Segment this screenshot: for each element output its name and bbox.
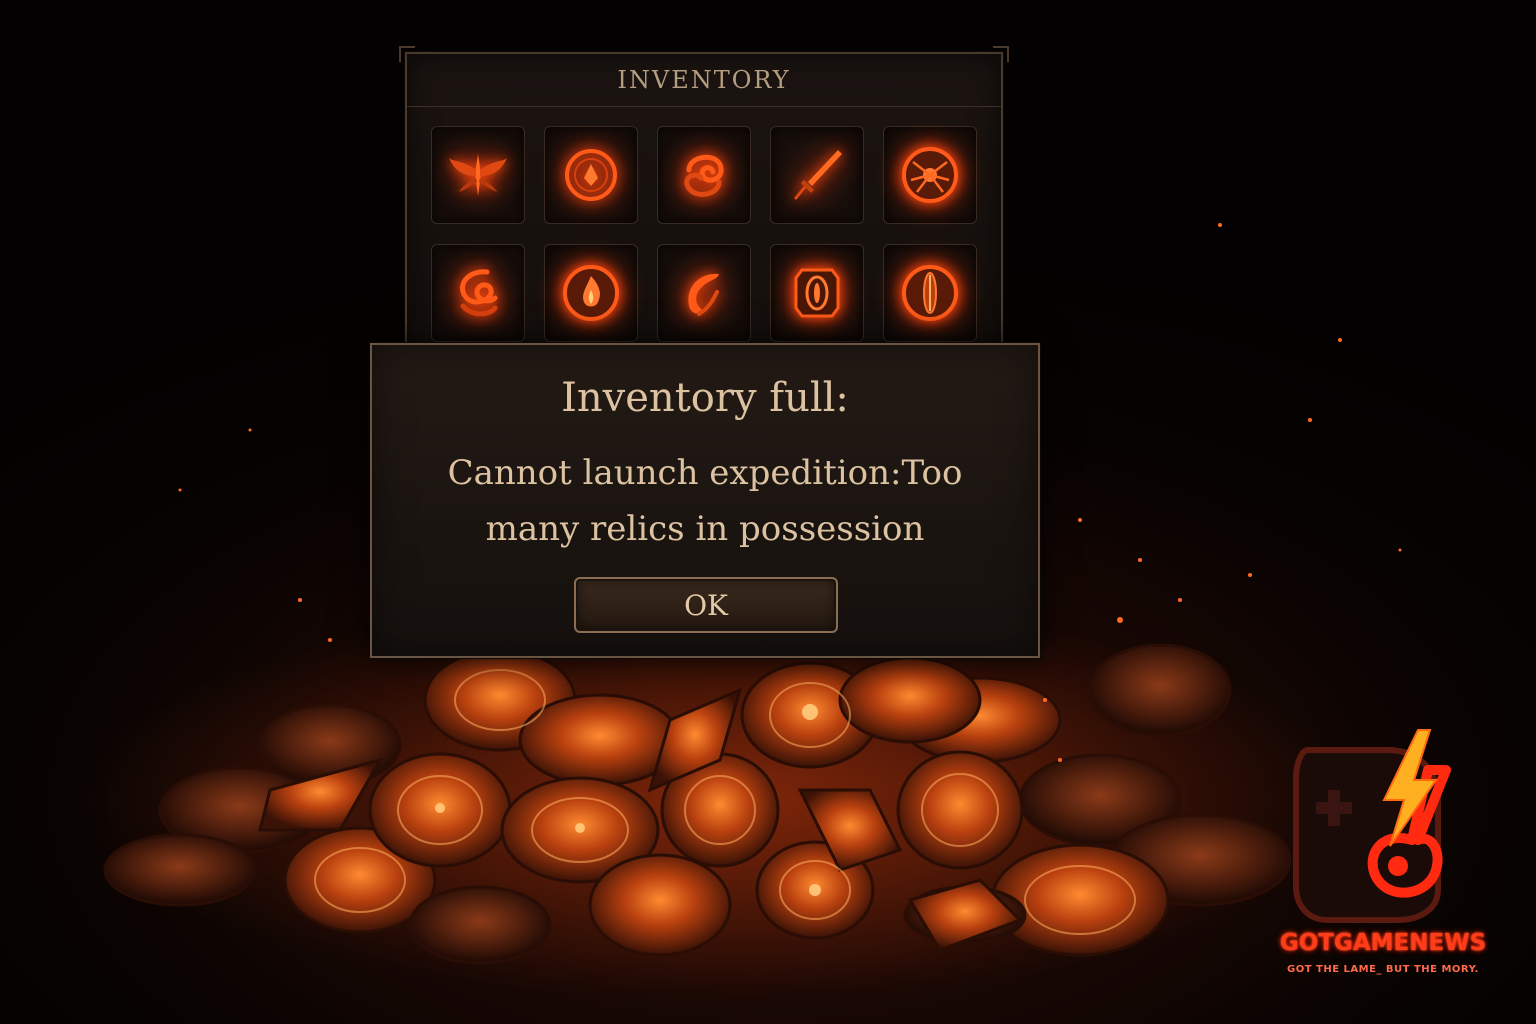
serpent-coil-icon	[460, 269, 498, 317]
swirl-rune-icon	[684, 154, 724, 197]
inventory-panel: INVENTORY	[399, 46, 1009, 386]
dialog-title: Inventory full:	[561, 375, 849, 421]
inventory-grid	[431, 126, 977, 342]
blade-icon	[794, 150, 842, 200]
inventory-slot-3[interactable]	[657, 126, 751, 224]
inventory-slot-6[interactable]	[431, 244, 525, 342]
game-scene: INVENTORY Inventory full: Cannot launch …	[0, 0, 1536, 1024]
gotgamenews-logo: GOTGAMENEWS GOT THE LAME_ BUT THE MORY.	[1268, 720, 1498, 990]
inventory-slot-5[interactable]	[883, 126, 977, 224]
inventory-slot-7[interactable]	[544, 244, 638, 342]
inventory-full-dialog: Inventory full: Cannot launch expedition…	[370, 343, 1040, 658]
inventory-header: INVENTORY	[407, 54, 1001, 107]
eye-tablet-icon	[794, 268, 840, 318]
inventory-slot-9[interactable]	[770, 244, 864, 342]
spider-seal-icon	[902, 147, 958, 203]
inventory-slot-2[interactable]	[544, 126, 638, 224]
logo-tagline: GOT THE LAME_ BUT THE MORY.	[1287, 964, 1479, 975]
gamepad-bolt-logo-icon	[1293, 729, 1451, 923]
dialog-message: Cannot launch expedition:Too many relics…	[447, 453, 963, 549]
flame-shield-icon	[563, 265, 619, 321]
inventory-title: INVENTORY	[617, 66, 791, 94]
inventory-slot-8[interactable]	[657, 244, 751, 342]
winged-sigil-icon	[449, 154, 507, 196]
round-emblem-icon	[565, 149, 617, 201]
inventory-slot-4[interactable]	[770, 126, 864, 224]
inventory-slot-10[interactable]	[883, 244, 977, 342]
logo-brand-text: GOTGAMENEWS	[1279, 930, 1487, 956]
inventory-slot-1[interactable]	[431, 126, 525, 224]
ember-eye-icon	[902, 265, 958, 321]
ok-button[interactable]: OK	[574, 577, 838, 633]
crescent-wave-icon	[688, 273, 719, 316]
